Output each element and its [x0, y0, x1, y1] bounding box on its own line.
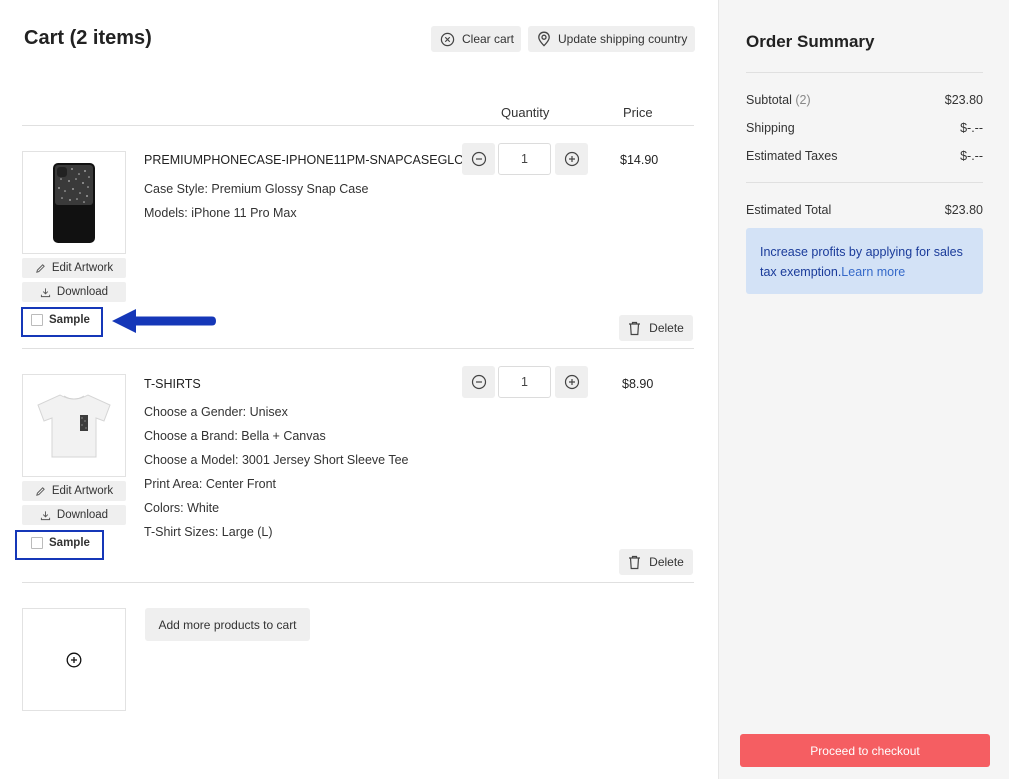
product-title: T-SHIRTS [144, 377, 201, 391]
delete-item-button[interactable]: Delete [619, 315, 693, 341]
divider [22, 348, 694, 349]
checkbox-box [31, 537, 43, 549]
total-label: Estimated Total [746, 203, 832, 217]
total-row: Estimated Total $23.80 [746, 203, 983, 217]
download-button[interactable]: Download [22, 505, 126, 525]
shipping-label: Shipping [746, 121, 795, 135]
edit-artwork-label: Edit Artwork [51, 485, 114, 497]
minus-circle-icon [471, 374, 486, 390]
subtotal-count: (2) [795, 93, 811, 107]
divider [746, 182, 983, 183]
delete-item-button[interactable]: Delete [619, 549, 693, 575]
product-attribute: Choose a Model: 3001 Jersey Short Sleeve… [144, 453, 409, 467]
sample-checkbox[interactable]: Sample [31, 314, 90, 326]
tax-exemption-notice: Increase profits by applying for sales t… [746, 228, 983, 294]
phone-case-image [53, 162, 95, 243]
location-pin-icon [537, 31, 551, 47]
download-label: Download [56, 509, 109, 521]
plus-circle-icon [564, 374, 579, 390]
price-column-header: Price [623, 105, 653, 120]
divider [22, 125, 694, 126]
pencil-icon [35, 486, 46, 497]
edit-artwork-button[interactable]: Edit Artwork [22, 481, 126, 501]
quantity-column-header: Quantity [501, 105, 550, 120]
product-title: PREMIUMPHONECASE-IPHONE11PM-SNAPCASEGLOS… [144, 153, 464, 167]
update-shipping-country-button[interactable]: Update shipping country [528, 26, 695, 52]
total-value: $23.80 [944, 203, 983, 217]
download-button[interactable]: Download [22, 282, 126, 302]
edit-artwork-label: Edit Artwork [51, 262, 114, 274]
sample-label: Sample [49, 537, 90, 549]
decrease-quantity-button[interactable] [462, 143, 495, 175]
shipping-row: Shipping $-.-- [746, 121, 983, 135]
trash-icon [628, 321, 641, 336]
product-attribute: Choose a Brand: Bella + Canvas [144, 429, 326, 443]
increase-quantity-button[interactable] [555, 143, 588, 175]
download-icon [40, 510, 51, 521]
quantity-input[interactable] [498, 143, 551, 175]
taxes-label: Estimated Taxes [746, 149, 838, 163]
proceed-to-checkout-button[interactable]: Proceed to checkout [740, 734, 990, 767]
minus-circle-icon [471, 151, 486, 167]
product-thumbnail-tshirt[interactable] [22, 374, 126, 477]
product-attribute: Print Area: Center Front [144, 477, 277, 491]
plus-circle-icon [66, 652, 82, 667]
update-shipping-label: Update shipping country [558, 32, 688, 46]
download-label: Download [56, 286, 109, 298]
taxes-row: Estimated Taxes $-.-- [746, 149, 983, 163]
sample-checkbox[interactable]: Sample [31, 537, 90, 549]
cart-panel: Cart (2 items) Clear cart Update shippin… [0, 0, 718, 779]
delete-label: Delete [649, 555, 684, 569]
product-attribute: Choose a Gender: Unisex [144, 405, 288, 419]
product-attribute: Models: iPhone 11 Pro Max [144, 206, 297, 220]
delete-label: Delete [649, 321, 684, 335]
add-product-tile[interactable] [22, 608, 126, 711]
item-price: $8.90 [622, 377, 654, 391]
checkbox-box [31, 314, 43, 326]
order-summary-panel: Order Summary Subtotal (2) $23.80 Shippi… [718, 0, 1009, 779]
learn-more-link[interactable]: Learn more [841, 265, 905, 279]
subtotal-label: Subtotal (2) [746, 93, 811, 107]
clear-cart-button[interactable]: Clear cart [431, 26, 521, 52]
product-thumbnail-phone-case[interactable] [22, 151, 126, 254]
sample-label: Sample [49, 314, 90, 326]
subtotal-row: Subtotal (2) $23.80 [746, 93, 983, 107]
download-icon [40, 287, 51, 298]
quantity-input[interactable] [498, 366, 551, 398]
shipping-value: $-.-- [960, 121, 983, 135]
clear-cart-label: Clear cart [462, 32, 515, 46]
edit-artwork-button[interactable]: Edit Artwork [22, 258, 126, 278]
increase-quantity-button[interactable] [555, 366, 588, 398]
cart-title: Cart (2 items) [24, 27, 152, 49]
item-price: $14.90 [620, 153, 659, 167]
order-summary-title: Order Summary [746, 32, 875, 51]
divider [22, 582, 694, 583]
taxes-value: $-.-- [960, 149, 983, 163]
arrow-left-icon [112, 309, 216, 333]
product-attribute: T-Shirt Sizes: Large (L) [144, 525, 273, 539]
pencil-icon [35, 263, 46, 274]
product-attribute: Colors: White [144, 501, 220, 515]
product-attribute: Case Style: Premium Glossy Snap Case [144, 182, 369, 196]
close-circle-icon [440, 32, 455, 47]
subtotal-value: $23.80 [944, 93, 983, 107]
trash-icon [628, 555, 641, 570]
divider [746, 72, 983, 73]
decrease-quantity-button[interactable] [462, 366, 495, 398]
add-more-products-button[interactable]: Add more products to cart [145, 608, 310, 641]
plus-circle-icon [564, 151, 579, 167]
tshirt-image [37, 393, 111, 457]
